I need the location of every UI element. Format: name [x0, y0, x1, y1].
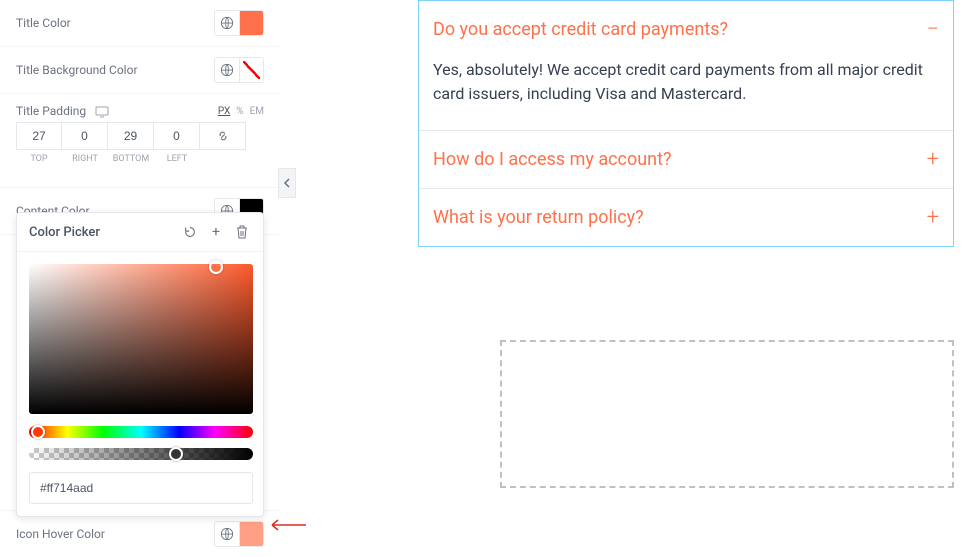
icon-hover-color-row: Icon Hover Color [0, 510, 280, 557]
title-bg-label: Title Background Color [16, 63, 138, 77]
hex-input[interactable] [29, 472, 253, 504]
accordion-header[interactable]: How do I access my account? + [419, 131, 953, 188]
collapse-icon: − [926, 17, 939, 42]
title-color-row: Title Color [0, 0, 280, 47]
pad-label-top: TOP [16, 154, 62, 164]
padding-inputs [0, 122, 280, 154]
hue-handle[interactable] [31, 425, 45, 439]
accordion-widget: Do you accept credit card payments? − Ye… [418, 0, 954, 247]
color-picker-actions: + [181, 223, 251, 241]
accordion-item: Do you accept credit card payments? − Ye… [419, 1, 953, 131]
unit-px[interactable]: PX [218, 106, 230, 117]
title-padding-label: Title Padding [16, 104, 109, 118]
title-color-swatch[interactable] [239, 11, 263, 35]
accordion-title: What is your return policy? [433, 207, 644, 228]
color-picker-header: Color Picker + [17, 213, 263, 252]
expand-icon: + [927, 147, 939, 172]
globe-icon[interactable] [215, 11, 239, 35]
title-bg-row: Title Background Color [0, 47, 280, 94]
padding-right-input[interactable] [62, 122, 108, 150]
padding-left-input[interactable] [154, 122, 200, 150]
padding-labels: TOP RIGHT BOTTOM LEFT [0, 154, 280, 174]
unit-em[interactable]: EM [250, 106, 264, 117]
icon-hover-label: Icon Hover Color [16, 527, 105, 541]
globe-icon[interactable] [215, 522, 239, 546]
color-picker-title: Color Picker [29, 225, 100, 240]
accordion-header[interactable]: Do you accept credit card payments? − [419, 1, 953, 58]
expand-icon: + [927, 205, 939, 230]
hue-slider[interactable] [29, 426, 253, 438]
alpha-handle[interactable] [169, 447, 183, 461]
title-color-label: Title Color [16, 16, 71, 30]
pad-label-bottom: BOTTOM [108, 154, 154, 164]
padding-units: PX % EM [218, 106, 264, 117]
globe-icon[interactable] [215, 58, 239, 82]
unit-percent[interactable]: % [236, 106, 243, 117]
reset-icon[interactable] [181, 223, 199, 241]
title-color-controls [214, 10, 264, 36]
title-bg-controls [214, 57, 264, 83]
chevron-left-icon [283, 178, 291, 188]
accordion-header[interactable]: What is your return policy? + [419, 189, 953, 246]
padding-top-input[interactable] [16, 122, 62, 150]
main-preview: Do you accept credit card payments? − Ye… [418, 0, 954, 247]
accordion-title: Do you accept credit card payments? [433, 19, 728, 40]
icon-hover-swatch[interactable] [239, 522, 263, 546]
link-icon[interactable] [200, 122, 246, 150]
icon-hover-controls [214, 521, 264, 547]
saturation-value-area[interactable] [29, 264, 253, 414]
collapse-sidebar-button[interactable] [278, 168, 296, 198]
accordion-item: What is your return policy? + [419, 189, 953, 246]
pad-label-left: LEFT [154, 154, 200, 164]
accordion-body: Yes, absolutely! We accept credit card p… [419, 58, 953, 130]
title-padding-text: Title Padding [16, 104, 86, 118]
saturation-value-handle[interactable] [209, 260, 223, 274]
title-padding-header: Title Padding PX % EM [0, 94, 280, 122]
desktop-icon[interactable] [95, 106, 109, 118]
title-bg-swatch[interactable] [239, 58, 263, 82]
drop-zone[interactable] [500, 340, 954, 488]
delete-icon[interactable] [233, 223, 251, 241]
add-icon[interactable]: + [207, 223, 225, 241]
accordion-title: How do I access my account? [433, 149, 672, 170]
pad-label-right: RIGHT [62, 154, 108, 164]
alpha-slider[interactable] [29, 448, 253, 460]
accordion-item: How do I access my account? + [419, 131, 953, 189]
padding-bottom-input[interactable] [108, 122, 154, 150]
color-picker-body [17, 252, 263, 516]
color-picker-panel: Color Picker + [16, 212, 264, 517]
